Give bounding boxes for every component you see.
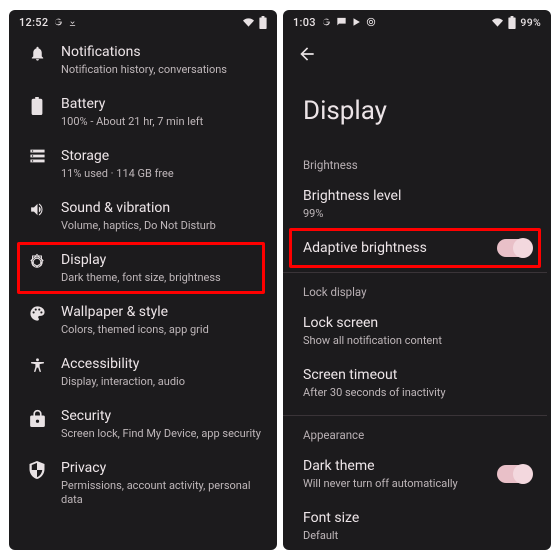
lock-icon (23, 409, 51, 427)
item-title: Battery (61, 95, 261, 113)
google-icon (321, 17, 331, 27)
battery-icon (23, 97, 51, 115)
settings-item-battery[interactable]: Battery 100% - About 21 hr, 7 min left (9, 86, 273, 138)
settings-screen: 12:52 Notifications Notification history,… (9, 10, 277, 550)
brightness-icon (23, 253, 51, 271)
section-brightness-label: Brightness (283, 152, 547, 178)
setting-screen-timeout[interactable]: Screen timeout After 30 seconds of inacti… (283, 357, 547, 409)
status-time: 12:52 (19, 16, 48, 29)
status-battery-pct: 99% (520, 16, 541, 29)
settings-item-storage[interactable]: Storage 11% used · 114 GB free (9, 138, 273, 190)
item-title: Notifications (61, 43, 261, 61)
item-subtitle: Volume, haptics, Do Not Disturb (61, 219, 261, 233)
settings-item-privacy[interactable]: Privacy Permissions, account activity, pe… (9, 450, 273, 516)
item-title: Security (61, 407, 261, 425)
item-title: Wallpaper & style (61, 303, 261, 321)
item-title: Lock screen (303, 314, 531, 332)
item-subtitle: Display, interaction, audio (61, 375, 261, 389)
item-subtitle: Default (303, 529, 531, 543)
item-subtitle: After 30 seconds of inactivity (303, 386, 531, 400)
divider (283, 415, 547, 416)
battery-icon (259, 16, 267, 29)
status-time: 1:03 (293, 16, 316, 29)
item-subtitle: Show all notification content (303, 334, 531, 348)
wifi-icon (491, 17, 504, 28)
display-settings-screen: 1:03 99% Display Brightness Brightness l… (283, 10, 551, 550)
section-appearance-label: Appearance (283, 422, 547, 448)
item-title: Storage (61, 147, 261, 165)
item-title: Screen timeout (303, 366, 531, 384)
settings-item-sound[interactable]: Sound & vibration Volume, haptics, Do Not… (9, 190, 273, 242)
setting-lock-screen[interactable]: Lock screen Show all notification content (283, 305, 547, 357)
item-subtitle: 100% - About 21 hr, 7 min left (61, 115, 261, 129)
accessibility-icon (23, 357, 51, 374)
bell-icon (23, 45, 51, 62)
settings-item-wallpaper[interactable]: Wallpaper & style Colors, themed icons, a… (9, 294, 273, 346)
shield-icon (23, 461, 51, 479)
setting-dark-theme[interactable]: Dark theme Will never turn off automatica… (283, 448, 547, 500)
section-lock-label: Lock display (283, 279, 547, 305)
storage-icon (23, 149, 51, 163)
item-title: Sound & vibration (61, 199, 261, 217)
item-subtitle: Will never turn off automatically (303, 477, 489, 491)
auth-icon (366, 17, 376, 27)
setting-brightness-level[interactable]: Brightness level 99% (283, 178, 547, 230)
item-title: Adaptive brightness (303, 239, 489, 257)
item-subtitle: Screen lock, Find My Device, app securit… (61, 427, 261, 441)
google-icon (53, 17, 63, 27)
item-subtitle: Dark theme, font size, brightness (61, 271, 261, 285)
dark-theme-toggle[interactable] (497, 465, 531, 483)
adaptive-brightness-toggle[interactable] (497, 239, 531, 257)
item-title: Font size (303, 509, 531, 527)
item-subtitle: Colors, themed icons, app grid (61, 323, 261, 337)
display-content[interactable]: Display Brightness Brightness level 99% A… (283, 34, 551, 550)
back-button[interactable] (297, 49, 317, 68)
status-bar: 1:03 99% (283, 10, 551, 34)
setting-adaptive-brightness[interactable]: Adaptive brightness (283, 230, 547, 266)
play-icon (352, 17, 361, 27)
setting-font-size[interactable]: Font size Default (283, 500, 547, 550)
item-subtitle: Permissions, account activity, personal … (61, 479, 261, 507)
messages-icon (336, 17, 347, 27)
item-subtitle: Notification history, conversations (61, 63, 261, 77)
download-icon (68, 18, 77, 27)
item-subtitle: 99% (303, 207, 531, 221)
speaker-icon (23, 201, 51, 218)
item-subtitle: 11% used · 114 GB free (61, 167, 261, 181)
item-title: Display (61, 251, 261, 269)
settings-item-accessibility[interactable]: Accessibility Display, interaction, audio (9, 346, 273, 398)
palette-icon (23, 305, 51, 322)
page-title: Display (283, 74, 547, 152)
settings-item-security[interactable]: Security Screen lock, Find My Device, app… (9, 398, 273, 450)
divider (283, 272, 547, 273)
item-title: Accessibility (61, 355, 261, 373)
item-title: Brightness level (303, 187, 531, 205)
battery-icon (508, 16, 516, 29)
item-title: Dark theme (303, 457, 489, 475)
settings-item-display[interactable]: Display Dark theme, font size, brightness (9, 242, 273, 294)
settings-item-notifications[interactable]: Notifications Notification history, conve… (9, 34, 273, 86)
status-bar: 12:52 (9, 10, 277, 34)
item-title: Privacy (61, 459, 261, 477)
settings-list[interactable]: Notifications Notification history, conve… (9, 34, 277, 550)
wifi-icon (242, 17, 255, 28)
